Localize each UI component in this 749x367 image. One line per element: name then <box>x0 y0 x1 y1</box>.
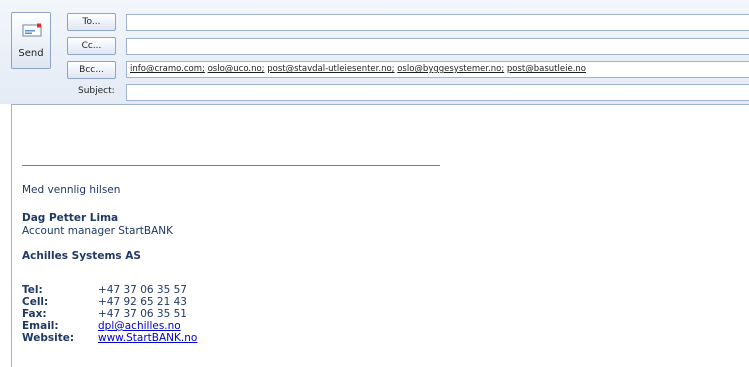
send-button[interactable]: Send <box>11 12 51 69</box>
bcc-recipient[interactable]: info@cramo.com; <box>130 64 205 74</box>
contact-label: Cell: <box>22 296 49 308</box>
bcc-recipient[interactable]: post@stavdal-utleiesenter.no; <box>267 64 394 74</box>
to-field[interactable] <box>126 14 749 31</box>
message-body[interactable]: Med vennlig hilsen Dag Petter Lima Accou… <box>11 104 749 367</box>
contact-value: +47 92 65 21 43 <box>98 296 187 308</box>
signature-divider <box>22 165 440 166</box>
email-link[interactable]: dpl@achilles.no <box>98 320 181 332</box>
compose-header: Send To... Cc... Bcc... Subject: info@cr… <box>0 0 749 104</box>
contact-label: Email: <box>22 320 59 332</box>
subject-field[interactable] <box>126 84 749 101</box>
signature-title: Account manager StartBANK <box>22 225 174 237</box>
website-link[interactable]: www.StartBANK.no <box>98 332 197 344</box>
bcc-recipient[interactable]: post@basutleie.no <box>507 64 586 74</box>
send-button-label: Send <box>18 48 44 59</box>
contact-value: +47 37 06 35 57 <box>98 284 187 296</box>
signature-name: Dag Petter Lima <box>22 212 119 224</box>
contact-value: +47 37 06 35 51 <box>98 308 187 320</box>
send-envelope-icon <box>22 23 42 37</box>
cc-button[interactable]: Cc... <box>67 37 116 55</box>
to-button[interactable]: To... <box>67 13 116 31</box>
subject-label: Subject: <box>78 86 115 96</box>
contact-label: Fax: <box>22 308 47 320</box>
bcc-button[interactable]: Bcc... <box>67 61 116 79</box>
bcc-field[interactable]: info@cramo.com; oslo@uco.no; post@stavda… <box>126 61 749 78</box>
bcc-recipient-list: info@cramo.com; oslo@uco.no; post@stavda… <box>127 62 749 77</box>
signature-company: Achilles Systems AS <box>22 250 141 262</box>
contact-label: Website: <box>22 332 75 344</box>
contact-label: Tel: <box>22 284 43 296</box>
bcc-recipient[interactable]: oslo@byggesystemer.no; <box>397 64 504 74</box>
cc-field[interactable] <box>126 38 749 55</box>
bcc-recipient[interactable]: oslo@uco.no; <box>208 64 265 74</box>
signature-greeting: Med vennlig hilsen <box>22 184 121 196</box>
